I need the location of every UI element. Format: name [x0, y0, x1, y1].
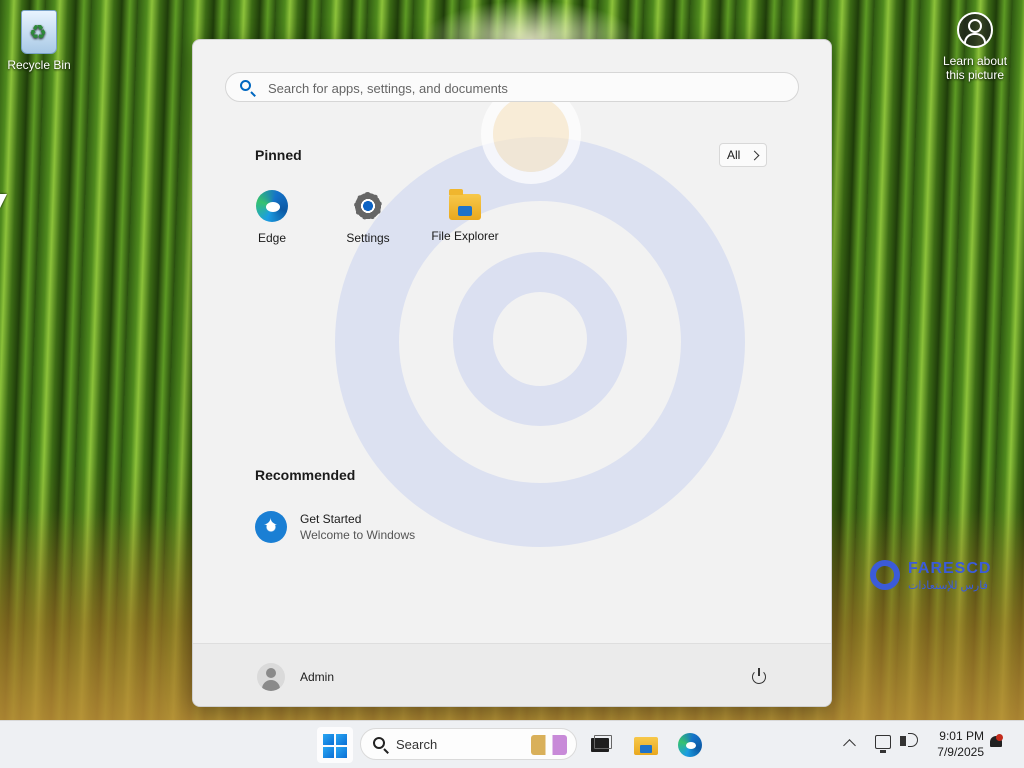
windows-logo-icon	[323, 734, 347, 758]
start-menu-watermark-dot	[493, 96, 569, 172]
start-menu-watermark-inner	[453, 252, 627, 426]
task-view-button[interactable]	[582, 727, 618, 763]
taskbar-edge-button[interactable]	[672, 727, 708, 763]
recommended-section-title: Recommended	[255, 467, 356, 483]
user-account-button[interactable]: Admin	[255, 661, 375, 693]
taskbar-search-label: Search	[396, 737, 438, 752]
watermark-logo: FARESCD فارس للإستعادات	[870, 558, 1000, 598]
clock-time: 9:01 PM	[939, 729, 984, 743]
recommended-item-title: Get Started	[300, 512, 362, 526]
search-highlight-icon	[531, 735, 567, 755]
desktop-icon-recycle-bin[interactable]: Recycle Bin	[4, 10, 74, 72]
pinned-app-file-explorer[interactable]: File Explorer	[420, 189, 510, 243]
pinned-app-label: Settings	[346, 231, 390, 245]
desktop-icon-label: Recycle Bin	[7, 58, 71, 72]
pinned-app-label: Edge	[257, 231, 287, 245]
all-apps-button[interactable]: All	[719, 143, 767, 167]
chevron-right-icon	[749, 150, 760, 161]
start-menu: Pinned All Edge Settings File Explorer R…	[192, 39, 832, 707]
mouse-pointer-icon	[0, 194, 13, 208]
start-search-box[interactable]	[225, 72, 799, 103]
desktop-icon-learn-about-picture[interactable]: Learn about this picture	[936, 12, 1014, 82]
get-started-icon	[255, 511, 287, 543]
pinned-section-title: Pinned	[255, 147, 302, 163]
settings-gear-icon	[352, 190, 384, 222]
pinned-app-settings[interactable]: Settings	[323, 190, 413, 245]
user-name: Admin	[300, 670, 335, 684]
notification-bell-icon[interactable]	[989, 734, 1003, 750]
desktop-icon-label: Learn about this picture	[942, 54, 1008, 82]
recommended-item-get-started[interactable]: Get Started Welcome to Windows	[255, 509, 495, 545]
all-apps-label: All	[727, 148, 741, 162]
watermark-subtitle: فارس للإستعادات	[908, 580, 988, 592]
watermark-ring-icon	[870, 560, 900, 590]
start-button[interactable]	[317, 727, 353, 763]
pinned-app-edge[interactable]: Edge	[227, 190, 317, 245]
clock-date: 7/9/2025	[937, 745, 984, 759]
taskbar-file-explorer-button[interactable]	[628, 727, 664, 763]
volume-icon[interactable]	[900, 733, 918, 747]
taskbar-clock[interactable]: 9:01 PM 7/9/2025	[928, 728, 984, 760]
power-button[interactable]	[749, 666, 771, 688]
recycle-bin-icon	[21, 10, 57, 54]
taskbar: Search 9:01 PM 7/9/2025	[0, 720, 1024, 768]
recommended-item-subtitle: Welcome to Windows	[300, 528, 416, 542]
edge-icon	[256, 190, 288, 222]
user-avatar-icon	[257, 663, 285, 691]
taskbar-search-box[interactable]: Search	[360, 728, 577, 760]
show-hidden-icons-chevron-icon[interactable]	[843, 739, 856, 752]
search-icon	[240, 80, 251, 91]
camera-info-icon	[957, 12, 993, 48]
start-menu-footer: Admin	[193, 643, 831, 706]
network-icon[interactable]	[875, 735, 891, 753]
pinned-app-label: File Explorer	[431, 229, 499, 243]
watermark-title: FARESCD	[908, 560, 992, 577]
folder-icon	[449, 189, 481, 220]
power-icon-bar	[758, 668, 760, 676]
search-icon	[373, 737, 385, 749]
start-search-input[interactable]	[266, 73, 790, 103]
